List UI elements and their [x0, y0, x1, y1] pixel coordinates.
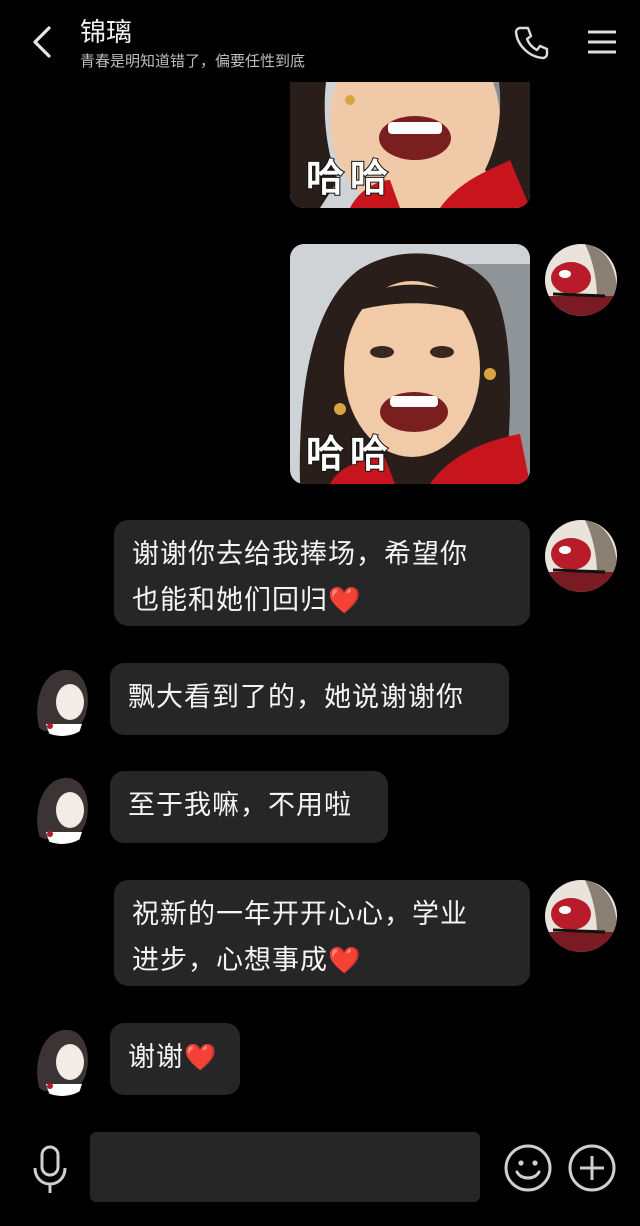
message-text-line: 进步，心想事成❤️ [132, 938, 512, 984]
emoji-button[interactable] [502, 1142, 554, 1194]
chat-header: 锦璃 青春是明知道错了，偏要任性到底 [0, 0, 640, 82]
message-text: 至于我嘛，不用啦 [128, 790, 352, 821]
heart-emoji: ❤️ [328, 946, 362, 976]
message-input[interactable] [90, 1132, 480, 1202]
message-bubble[interactable]: 至于我嘛，不用啦 [110, 771, 388, 843]
message-text: 谢谢你去给我捧场，希望你 [132, 539, 468, 570]
menu-icon [588, 30, 616, 54]
message-bubble[interactable]: 飘大看到了的，她说谢谢你 [110, 663, 509, 735]
contact-signature: 青春是明知道错了，偏要任性到底 [80, 52, 306, 70]
message-bubble[interactable]: 谢谢你去给我捧场，希望你 也能和她们回归❤️ [114, 520, 530, 626]
call-button[interactable] [512, 22, 552, 62]
avatar-image [545, 520, 617, 592]
message-text: 进步，心想事成 [132, 945, 328, 976]
chevron-left-icon [33, 26, 51, 58]
avatar-image [26, 772, 98, 844]
back-button[interactable] [24, 22, 60, 62]
contact-avatar[interactable] [26, 1024, 98, 1096]
avatar-image [545, 244, 617, 316]
contact-avatar[interactable] [26, 772, 98, 844]
message-text: 也能和她们回归 [132, 585, 328, 616]
avatar-image [26, 664, 98, 736]
message-text-line: 也能和她们回归❤️ [132, 578, 512, 624]
contact-name[interactable]: 锦璃 [80, 12, 132, 49]
my-avatar[interactable] [545, 880, 617, 952]
image-message[interactable]: 哈哈 [290, 244, 530, 484]
image-caption: 哈哈 [305, 431, 395, 477]
my-avatar[interactable] [545, 244, 617, 316]
smiley-icon [504, 1144, 552, 1192]
message-text-line: 谢谢❤️ [128, 1035, 222, 1081]
contact-avatar[interactable] [26, 664, 98, 736]
message-text: 谢谢 [128, 1042, 184, 1073]
microphone-icon [33, 1145, 67, 1193]
avatar-image [545, 880, 617, 952]
message-bubble[interactable]: 祝新的一年开开心心，学业 进步，心想事成❤️ [114, 880, 530, 986]
input-bar [0, 1120, 640, 1226]
heart-emoji: ❤️ [328, 586, 362, 616]
my-avatar[interactable] [545, 520, 617, 592]
menu-button[interactable] [582, 22, 622, 62]
image-message[interactable]: 哈哈 [290, 60, 530, 208]
more-button[interactable] [566, 1142, 618, 1194]
plus-circle-icon [568, 1144, 616, 1192]
avatar-image [26, 1024, 98, 1096]
heart-emoji: ❤️ [184, 1043, 218, 1073]
image-caption: 哈哈 [305, 155, 395, 201]
voice-button[interactable] [28, 1142, 72, 1198]
message-bubble[interactable]: 谢谢❤️ [110, 1023, 240, 1095]
message-text: 飘大看到了的，她说谢谢你 [128, 682, 464, 713]
phone-icon [514, 26, 549, 60]
message-text: 祝新的一年开开心心，学业 [132, 899, 468, 930]
